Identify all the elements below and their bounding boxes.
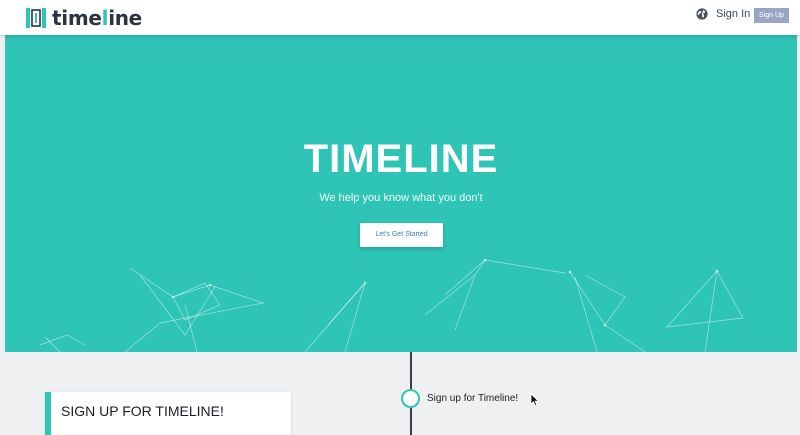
- sign-up-button[interactable]: Sign Up: [754, 8, 789, 23]
- timeline-logo-icon: [26, 8, 46, 28]
- mouse-cursor-icon: [530, 393, 540, 407]
- top-navbar: timeline Sign In Sign Up: [0, 0, 800, 35]
- hero-title: TIMELINE: [303, 137, 499, 181]
- globe-icon[interactable]: [696, 8, 708, 20]
- timeline-step-label: Sign up for Timeline!: [427, 393, 519, 404]
- hero-section: TIMELINE We help you know what you don't…: [5, 35, 797, 352]
- hero-subtitle: We help you know what you don't: [319, 192, 483, 204]
- signup-card: SIGN UP FOR TIMELINE!: [45, 392, 291, 435]
- brand-name: timeline: [52, 6, 142, 30]
- sign-in-link[interactable]: Sign In: [716, 8, 750, 21]
- brand-logo[interactable]: timeline: [26, 8, 142, 28]
- timeline-step-marker: [401, 389, 420, 408]
- get-started-button[interactable]: Let's Get Started: [360, 223, 443, 247]
- signup-card-title: SIGN UP FOR TIMELINE!: [61, 403, 224, 419]
